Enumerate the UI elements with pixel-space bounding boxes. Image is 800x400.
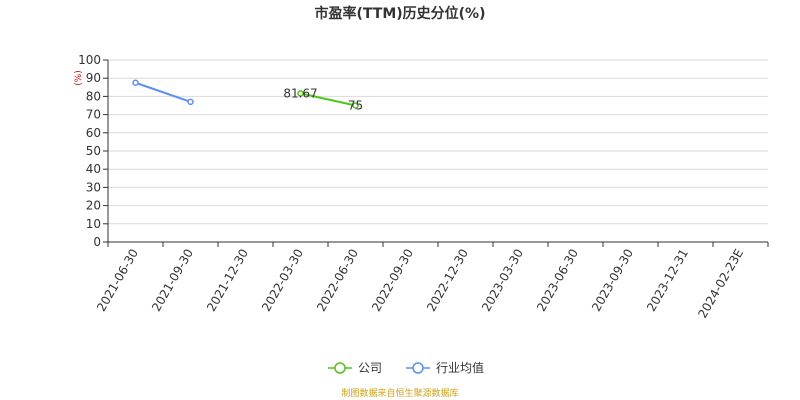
x-tick-label-9: 2023-09-30 xyxy=(589,247,636,314)
y-tick-label-80: 80 xyxy=(86,89,101,103)
x-tick-label-10: 2023-12-31 xyxy=(644,247,691,314)
source-note: 制图数据来自恒生聚源数据库 xyxy=(341,387,458,399)
series-1-point-1[interactable] xyxy=(187,98,194,106)
y-tick-label-100: 100 xyxy=(78,53,101,67)
legend-swatch-marker-0[interactable] xyxy=(334,362,346,374)
legend-swatch-marker-1[interactable] xyxy=(412,362,424,374)
chart-title: 市盈率(TTM)历史分位(%) xyxy=(315,5,486,22)
x-tick-label-8: 2023-06-30 xyxy=(534,247,581,314)
legend-label-1[interactable]: 行业均值 xyxy=(436,360,484,375)
y-tick-label-60: 60 xyxy=(86,126,101,140)
series-0-data-label-3: 81.67 xyxy=(283,86,317,100)
axes xyxy=(107,60,769,247)
y-tick-label-70: 70 xyxy=(86,108,101,122)
x-tick-label-7: 2023-03-30 xyxy=(479,247,526,314)
x-tick-label-0: 2021-06-30 xyxy=(94,247,141,314)
y-tick-label-0: 0 xyxy=(93,235,101,249)
legend[interactable]: 公司 行业均值 xyxy=(328,360,484,375)
y-tick-label-20: 20 xyxy=(86,199,101,213)
x-tick-label-11: 2024-02-23E xyxy=(695,247,746,321)
x-tick-label-3: 2022-03-30 xyxy=(259,247,306,314)
legend-label-0[interactable]: 公司 xyxy=(358,361,382,375)
series-1-point-0[interactable] xyxy=(132,79,139,86)
y-axis-unit-label: (%) xyxy=(74,70,84,86)
series-0-data-label-4: 75 xyxy=(348,99,363,113)
x-tick-label-5: 2022-09-30 xyxy=(369,247,416,314)
x-tick-label-4: 2022-06-30 xyxy=(314,247,361,314)
y-tick-label-10: 10 xyxy=(86,217,101,231)
x-tick-label-1: 2021-09-30 xyxy=(149,247,196,314)
y-tick-label-90: 90 xyxy=(86,71,101,85)
x-tick-labels: 2021-06-30 2021-09-30 2021-12-30 2022-03-30… xyxy=(94,247,746,321)
x-tick-label-6: 2022-12-30 xyxy=(424,247,471,314)
pe-percentile-chart: 市盈率(TTM)历史分位(%) (%) 0 10 20 30 40 50 60 70 80 90 1… xyxy=(74,5,769,399)
y-tick-label-50: 50 xyxy=(86,144,101,158)
y-tick-label-40: 40 xyxy=(86,162,101,176)
grid-lines xyxy=(103,59,768,243)
x-tick-label-2: 2021-12-30 xyxy=(204,247,251,314)
series-1-line xyxy=(135,81,191,103)
y-tick-label-30: 30 xyxy=(86,180,101,194)
